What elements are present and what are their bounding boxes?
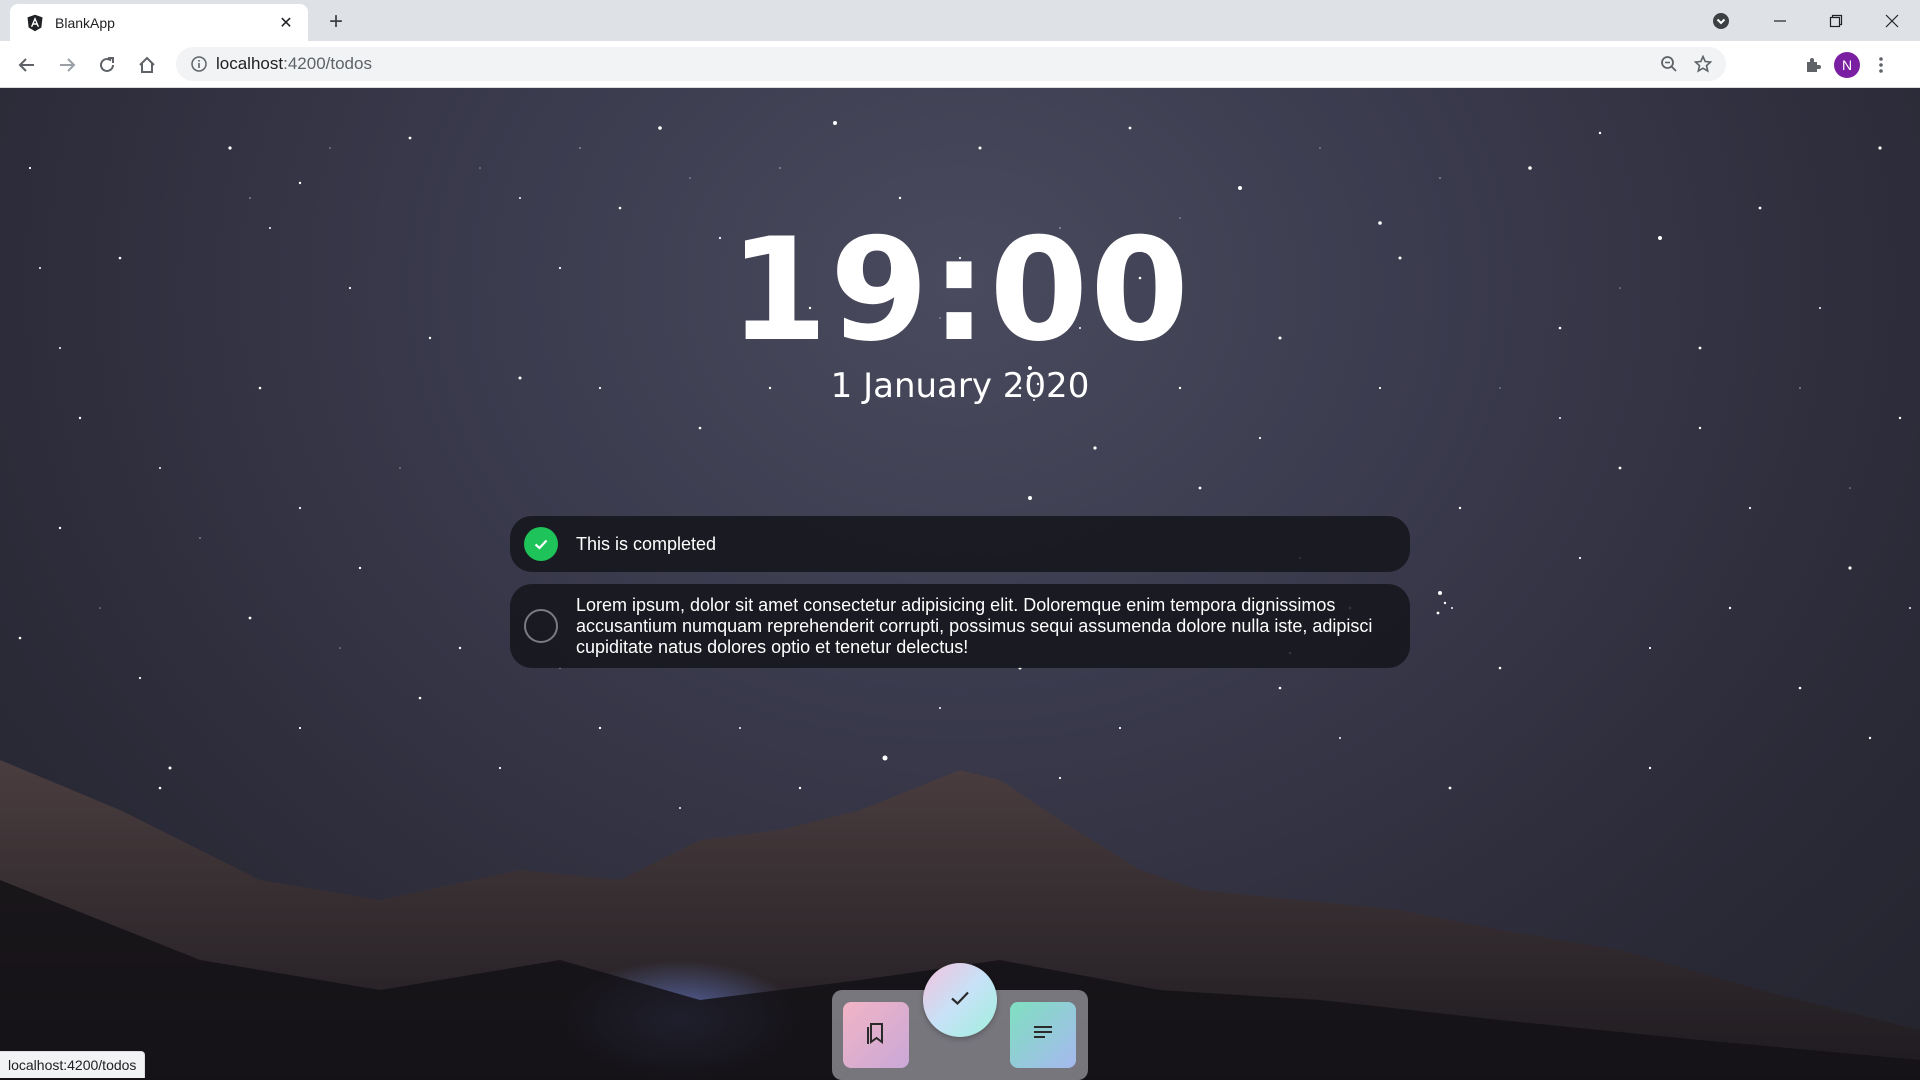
todo-item[interactable]: This is completed <box>510 516 1410 572</box>
completed-check-icon[interactable] <box>524 527 558 561</box>
todo-text: Lorem ipsum, dolor sit amet consectetur … <box>576 594 1373 657</box>
reload-icon[interactable] <box>90 48 124 82</box>
omnibox-actions <box>1652 47 1720 81</box>
site-info-icon[interactable] <box>182 47 216 81</box>
clock-time: 19:00 <box>728 208 1191 373</box>
incomplete-circle-icon[interactable] <box>524 609 558 643</box>
url-text: localhost:4200/todos <box>216 54 372 74</box>
status-bar-url: localhost:4200/todos <box>0 1051 146 1078</box>
home-icon[interactable] <box>130 48 164 82</box>
bookmark-star-icon[interactable] <box>1686 47 1720 81</box>
tab-blankapp[interactable]: BlankApp ✕ <box>10 4 308 41</box>
profile-button[interactable]: N <box>1830 48 1864 82</box>
back-icon[interactable] <box>10 48 44 82</box>
todo-item[interactable]: Lorem ipsum, dolor sit amet consectetur … <box>510 584 1410 668</box>
bookmarks-icon <box>863 1020 889 1051</box>
close-tab-icon[interactable]: ✕ <box>274 11 298 35</box>
tab-strip: BlankApp ✕ + <box>0 0 1920 41</box>
avatar: N <box>1834 52 1860 78</box>
extensions-icon[interactable] <box>1796 48 1830 82</box>
notes-button[interactable] <box>1010 1002 1076 1068</box>
url-path: :4200/todos <box>283 54 372 73</box>
restore-icon[interactable] <box>1808 0 1864 41</box>
browser-toolbar: localhost:4200/todos N <box>0 41 1920 88</box>
todo-text: This is completed <box>576 533 717 554</box>
angular-icon <box>25 13 45 33</box>
toolbar-right: N <box>1796 48 1898 82</box>
notes-icon <box>1031 1021 1055 1050</box>
bookmarks-button[interactable] <box>843 1002 909 1068</box>
url-host: localhost <box>216 54 284 73</box>
browser-window: BlankApp ✕ + localhost:4200/todos N 19:0… <box>0 0 1920 1080</box>
new-tab-button[interactable]: + <box>322 8 350 36</box>
clock-date: 1 January 2020 <box>830 366 1090 406</box>
check-icon <box>948 986 972 1015</box>
more-menu-icon[interactable] <box>1864 48 1898 82</box>
window-controls <box>1752 0 1920 41</box>
page-viewport: 19:00 1 January 2020 This is completed L… <box>0 88 1920 1080</box>
address-bar[interactable]: localhost:4200/todos <box>176 47 1726 81</box>
zoom-icon[interactable] <box>1652 47 1686 81</box>
forward-icon[interactable] <box>50 48 84 82</box>
tab-title: BlankApp <box>55 14 115 31</box>
close-window-icon[interactable] <box>1864 0 1920 41</box>
tab-search-icon[interactable] <box>1708 8 1734 34</box>
todos-button[interactable] <box>923 963 997 1037</box>
todo-list: This is completed Lorem ipsum, dolor sit… <box>510 516 1410 680</box>
minimize-icon[interactable] <box>1752 0 1808 41</box>
